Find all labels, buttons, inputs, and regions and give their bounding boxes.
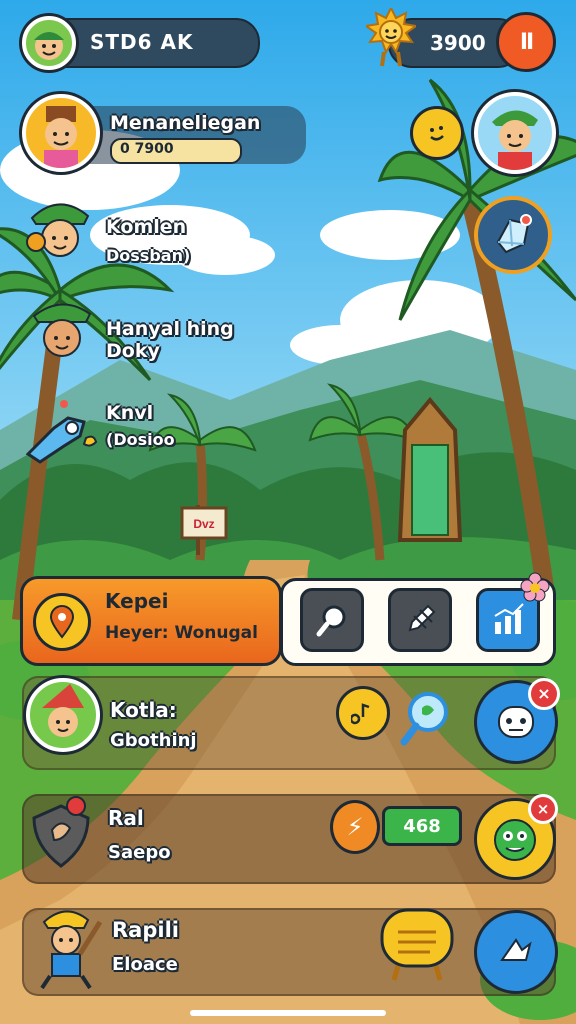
pencil-icon	[408, 604, 436, 632]
location-pin-icon	[49, 605, 75, 639]
list-subtitle: Eloace	[112, 954, 178, 975]
list-item[interactable]: Kotla: Gbothinj ×	[22, 676, 560, 770]
wizard-face-icon	[42, 684, 84, 737]
chest-icon[interactable]	[376, 900, 458, 984]
close-badge-button[interactable]: ×	[528, 794, 558, 824]
friend-face-icon	[492, 110, 538, 170]
note-icon	[351, 703, 370, 725]
star-flag-icon	[500, 938, 532, 961]
list-subtitle: Gbothinj	[110, 730, 197, 751]
home-indicator	[190, 1010, 386, 1016]
quest-title: Kepei	[105, 589, 169, 613]
player-avatar[interactable]	[22, 16, 76, 70]
character-sub: (Dosioo	[106, 430, 175, 449]
character-name: Knvl	[106, 402, 154, 424]
list-item[interactable]: Ral Saepo ⚡ 468 ×	[22, 794, 558, 884]
list-item[interactable]: Rapili Eloace	[22, 908, 558, 996]
list-title: Kotla:	[110, 698, 177, 722]
lightning-icon: ⚡	[346, 813, 364, 841]
character-entry[interactable]: Knvl (Dosioo	[24, 392, 224, 472]
crystal-icon	[496, 214, 532, 254]
list-title: Ral	[108, 806, 144, 830]
player-hud[interactable]: STD6 AK	[22, 16, 260, 70]
water-gun-icon	[25, 400, 98, 464]
close-icon: ×	[536, 799, 550, 818]
smile-icon	[430, 126, 444, 141]
magnifier-icon	[316, 605, 346, 637]
character-name: Hanyal hing Doky	[106, 318, 234, 362]
coins-value: 3900	[430, 31, 486, 55]
pause-button[interactable]: II	[496, 12, 556, 72]
player-name: STD6 AK	[90, 30, 194, 54]
chart-icon	[494, 603, 524, 634]
profile-face-icon	[44, 106, 78, 168]
quest-subtitle: Heyer: Wonugal	[105, 623, 258, 643]
player-face-icon	[34, 32, 64, 60]
character-name: Komlen	[106, 216, 187, 238]
shield-badge[interactable]	[28, 796, 94, 870]
search-tool-button[interactable]	[300, 588, 364, 652]
profile-amount: 0 7900	[120, 141, 174, 157]
list-subtitle: Saepo	[108, 842, 171, 863]
quest-banner[interactable]: Kepei Heyer: Wonugal	[20, 576, 282, 666]
profile-name: Menaneliegan	[110, 112, 261, 134]
close-badge-button[interactable]: ×	[528, 678, 560, 710]
pause-icon: II	[519, 29, 534, 55]
emoji-button[interactable]	[410, 106, 464, 160]
character-entry[interactable]: Komlen Dossban)	[26, 196, 246, 276]
character-explorer-icon	[26, 203, 90, 257]
magnifier-pin-icon[interactable]	[398, 690, 452, 750]
list-avatar[interactable]	[26, 678, 100, 752]
profile-avatar[interactable]	[22, 94, 100, 172]
energy-button[interactable]: ⚡	[330, 800, 380, 854]
friend-avatar[interactable]	[474, 92, 556, 174]
sign-text: Dvz	[193, 517, 214, 531]
score-value: 468	[403, 815, 441, 837]
close-icon: ×	[537, 684, 551, 703]
character-entry[interactable]: Hanyal hing Doky	[30, 298, 270, 368]
flower-badge-icon	[520, 572, 550, 602]
score-badge: 468	[382, 806, 462, 846]
profile-amount-pill: 0 7900	[110, 138, 242, 164]
crystal-button[interactable]	[474, 196, 552, 274]
share-button[interactable]	[474, 910, 558, 994]
quest-marker-button[interactable]	[33, 593, 91, 651]
coin-button[interactable]	[336, 686, 390, 740]
sun-coin-icon	[363, 5, 419, 70]
character-ranger-icon	[32, 303, 92, 357]
edit-tool-button[interactable]	[388, 588, 452, 652]
miner-icon	[40, 910, 103, 990]
list-title: Rapili	[112, 918, 179, 942]
shield-icon	[32, 796, 90, 868]
character-sub: Dossban)	[106, 246, 191, 265]
miner-avatar[interactable]	[30, 902, 106, 990]
